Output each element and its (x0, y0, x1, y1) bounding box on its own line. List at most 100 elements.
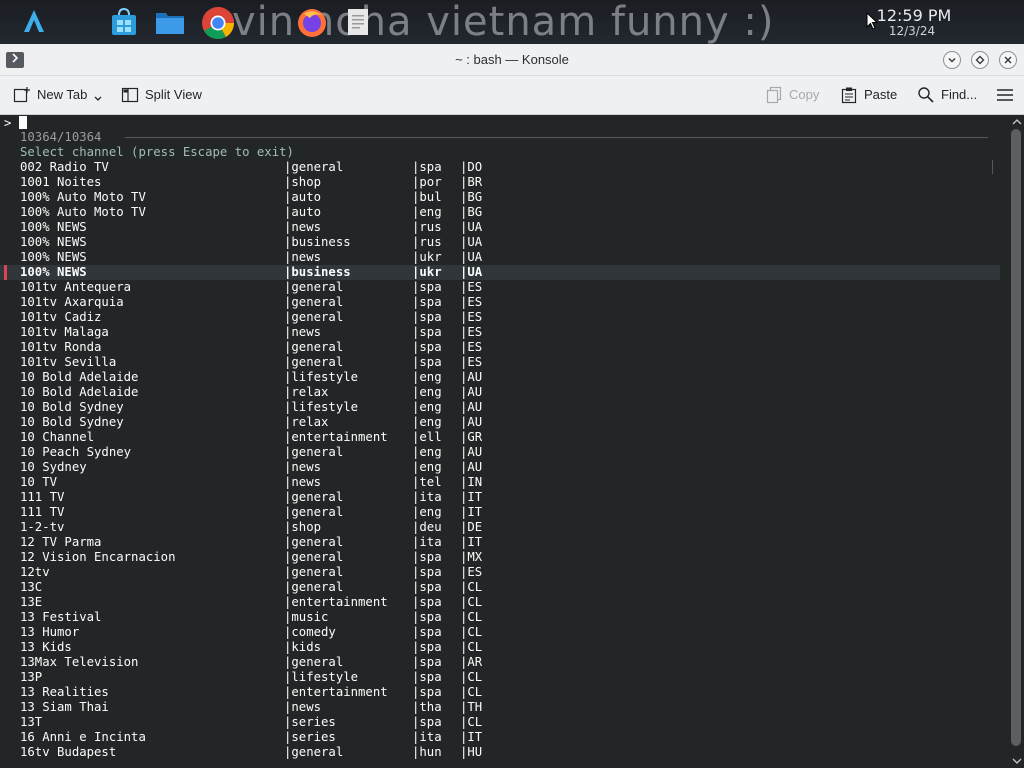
channel-language: |spa (412, 295, 442, 309)
channel-category: |series (284, 730, 336, 744)
table-row[interactable]: 10 Peach Sydney |general |eng |AU (0, 445, 1000, 460)
table-row[interactable]: 10 Bold Adelaide |lifestyle |eng |AU (0, 370, 1000, 385)
channel-country: |DE (460, 520, 483, 534)
channel-language: |spa (412, 580, 442, 594)
terminal-view[interactable]: > 10364/10364 Select channel (press Esca… (0, 115, 1024, 768)
table-row[interactable]: 13 Realities |entertainment |spa |CL (0, 685, 1000, 700)
table-row[interactable]: 12 TV Parma |general |ita |IT (0, 535, 1000, 550)
table-row[interactable]: 13E |entertainment |spa |CL (0, 595, 1000, 610)
channel-language: |spa (412, 325, 442, 339)
table-row[interactable]: 13T |series |spa |CL (0, 715, 1000, 730)
scroll-down-icon[interactable] (1011, 756, 1023, 766)
channel-category: |general (284, 340, 344, 354)
table-row[interactable]: 101tv Axarquia |general |spa |ES (0, 295, 1000, 310)
table-row[interactable]: 100% NEWS |business |rus |UA (0, 235, 1000, 250)
table-row[interactable]: 101tv Cadiz |general |spa |ES (0, 310, 1000, 325)
close-button[interactable] (999, 51, 1017, 69)
table-row[interactable]: 16tv Budapest |general |hun |HU (0, 745, 1000, 760)
maximize-button[interactable] (971, 51, 989, 69)
channel-name: 10 Sydney (20, 460, 87, 474)
table-row[interactable]: 13Max Television |general |spa |AR (0, 655, 1000, 670)
channel-category: |news (284, 460, 322, 474)
table-row[interactable]: 10 Bold Sydney |relax |eng |AU (0, 415, 1000, 430)
table-row[interactable]: 13C |general |spa |CL (0, 580, 1000, 595)
minimize-button[interactable] (943, 51, 961, 69)
split-view-button[interactable]: Split View (121, 86, 202, 104)
channel-category: |kids (284, 640, 322, 654)
chevron-down-icon[interactable] (93, 94, 103, 104)
table-row[interactable]: 13P |lifestyle |spa |CL (0, 670, 1000, 685)
table-row[interactable]: 10 TV |news |tel |IN (0, 475, 1000, 490)
table-row[interactable]: 10 Channel |entertainment |ell |GR (0, 430, 1000, 445)
channel-category: |shop (284, 175, 322, 189)
close-icon (1004, 56, 1012, 64)
prompt-line[interactable]: > (4, 116, 28, 131)
table-row[interactable]: 10 Bold Adelaide |relax |eng |AU (0, 385, 1000, 400)
channel-name: 101tv Antequera (20, 280, 132, 294)
file-manager-icon[interactable] (154, 6, 186, 38)
table-row[interactable]: 101tv Antequera |general |spa |ES (0, 280, 1000, 295)
table-row[interactable]: 13 Siam Thai |news |tha |TH (0, 700, 1000, 715)
channel-category: |general (284, 280, 344, 294)
channel-country: |BR (460, 175, 483, 189)
clock-date[interactable]: 12/3/24 (872, 24, 952, 38)
hamburger-menu-button[interactable] (996, 86, 1014, 104)
channel-country: |UA (460, 235, 483, 249)
scrollbar-thumb[interactable] (1011, 129, 1021, 746)
paste-button[interactable]: Paste (840, 86, 897, 104)
channel-country: |CL (460, 610, 483, 624)
paste-icon (841, 87, 857, 104)
find-button[interactable]: Find... (917, 86, 977, 104)
table-row[interactable]: 101tv Malaga |news |spa |ES (0, 325, 1000, 340)
table-row[interactable]: 12tv |general |spa |ES (0, 565, 1000, 580)
table-row[interactable]: 100% Auto Moto TV |auto |eng |BG (0, 205, 1000, 220)
table-row[interactable]: 111 TV |general |eng |IT (0, 505, 1000, 520)
clock-time[interactable]: 12:59 PM (864, 6, 964, 25)
table-row[interactable]: 13 Festival |music |spa |CL (0, 610, 1000, 625)
channel-country: |IN (460, 475, 483, 489)
scroll-up-icon[interactable] (1011, 117, 1023, 127)
table-row[interactable]: 100% Auto Moto TV |auto |bul |BG (0, 190, 1000, 205)
table-row[interactable]: 111 TV |general |ita |IT (0, 490, 1000, 505)
channel-category: |general (284, 310, 344, 324)
channel-language: |eng (412, 505, 442, 519)
text-editor-icon[interactable] (344, 6, 376, 38)
table-row[interactable]: 100% NEWS |news |rus |UA (0, 220, 1000, 235)
channel-category: |news (284, 700, 322, 714)
channel-country: |IT (460, 490, 483, 504)
channel-language: |spa (412, 655, 442, 669)
table-row[interactable]: 16 Anni e Incinta |series |ita |IT (0, 730, 1000, 745)
channel-country: |BG (460, 205, 483, 219)
table-row-selected[interactable]: 100% NEWS |business |ukr |UA (0, 265, 1000, 280)
channel-country: |AU (460, 460, 483, 474)
chrome-icon[interactable] (201, 6, 235, 40)
table-row[interactable]: 10 Sydney |news |eng |AU (0, 460, 1000, 475)
new-tab-button[interactable]: New Tab (13, 86, 103, 104)
table-row[interactable]: 101tv Ronda |general |spa |ES (0, 340, 1000, 355)
table-row[interactable]: 13 Humor |comedy |spa |CL (0, 625, 1000, 640)
channel-language: |tel (412, 475, 442, 489)
channel-language: |rus (412, 235, 442, 249)
channel-language: |ita (412, 535, 442, 549)
table-row[interactable]: 1-2-tv |shop |deu |DE (0, 520, 1000, 535)
launcher-icon[interactable] (20, 6, 52, 38)
channel-language: |bul (412, 190, 442, 204)
channel-category: |lifestyle (284, 670, 359, 684)
table-row[interactable]: 002 Radio TV |general |spa |DO (0, 160, 1000, 175)
window-titlebar[interactable]: ~ : bash — Konsole (0, 44, 1024, 76)
channel-country: |UA (460, 265, 483, 279)
split-view-label: Split View (145, 87, 202, 102)
table-row[interactable]: 101tv Sevilla |general |spa |ES (0, 355, 1000, 370)
table-row[interactable]: 12 Vision Encarnacion |general |spa |MX (0, 550, 1000, 565)
table-row[interactable]: 13 Kids |kids |spa |CL (0, 640, 1000, 655)
firefox-icon[interactable] (296, 6, 328, 38)
channel-name: 1-2-tv (20, 520, 65, 534)
table-row[interactable]: 1001 Noites |shop |por |BR (0, 175, 1000, 190)
table-row[interactable]: 10 Bold Sydney |lifestyle |eng |AU (0, 400, 1000, 415)
channel-name: 12tv (20, 565, 50, 579)
channel-name: 100% NEWS (20, 235, 87, 249)
channel-language: |tha (412, 700, 442, 714)
copy-button[interactable]: Copy (765, 86, 819, 104)
table-row[interactable]: 100% NEWS |news |ukr |UA (0, 250, 1000, 265)
store-icon[interactable] (108, 6, 140, 38)
